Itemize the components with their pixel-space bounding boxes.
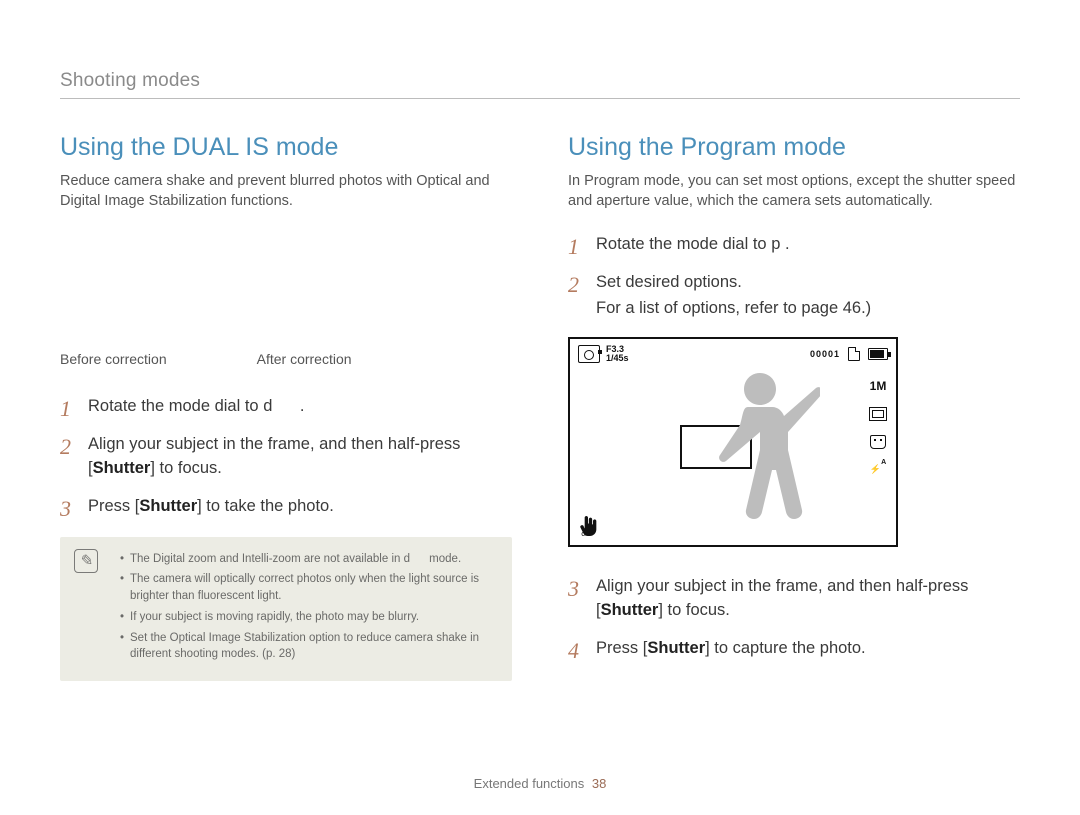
shutter-label: Shutter bbox=[93, 459, 151, 477]
step-text: Press [ bbox=[88, 497, 139, 515]
step-text: Set desired options. bbox=[596, 273, 742, 291]
step-4: Press [Shutter] to capture the photo. bbox=[568, 637, 1020, 661]
page-number: 38 bbox=[592, 776, 606, 791]
shutter-label: Shutter bbox=[139, 497, 197, 515]
image-size-icon: 1M bbox=[868, 379, 888, 393]
manual-page: Shooting modes Using the DUAL IS mode Re… bbox=[0, 0, 1080, 815]
steps-program-a: Rotate the mode dial to p . Set desired … bbox=[568, 233, 1020, 321]
battery-icon bbox=[868, 348, 888, 360]
left-column: Using the DUAL IS mode Reduce camera sha… bbox=[60, 133, 512, 681]
step-subtext: For a list of options, refer to page 46.… bbox=[596, 297, 1020, 321]
svg-text:OIS: OIS bbox=[581, 532, 590, 537]
caption-after: After correction bbox=[257, 351, 352, 367]
camera-lcd-preview: F3.3 1/45s 00001 1M ⚡A OIS bbox=[568, 337, 898, 547]
step-post: ] to take the photo. bbox=[197, 497, 334, 515]
note-item: The Digital zoom and Intelli-zoom are no… bbox=[120, 551, 494, 568]
page-footer: Extended functions 38 bbox=[0, 776, 1080, 791]
caption-before: Before correction bbox=[60, 351, 167, 367]
note-item: The camera will optically correct photos… bbox=[120, 571, 494, 604]
quality-icon bbox=[869, 407, 887, 421]
frame-counter: 00001 bbox=[810, 349, 840, 359]
mode-dial-d-icon: d bbox=[404, 553, 410, 565]
step-3: Align your subject in the frame, and the… bbox=[568, 575, 1020, 623]
breadcrumb: Shooting modes bbox=[60, 70, 1020, 99]
flash-icon: ⚡ bbox=[870, 464, 881, 474]
camera-mode-icon bbox=[578, 345, 600, 363]
note-list: The Digital zoom and Intelli-zoom are no… bbox=[120, 551, 494, 663]
lcd-right-icons: 1M ⚡A bbox=[868, 379, 888, 475]
shutter-value: 1/45s bbox=[606, 354, 629, 363]
mode-dial-p-icon: p bbox=[771, 235, 780, 253]
note-text: The Digital zoom and Intelli-zoom are no… bbox=[130, 553, 404, 565]
step-post: . bbox=[780, 235, 789, 253]
lcd-bottom-left: OIS bbox=[578, 515, 598, 537]
step-post: ] to focus. bbox=[150, 459, 222, 477]
step-1: Rotate the mode dial to d . bbox=[60, 395, 512, 419]
two-column-layout: Using the DUAL IS mode Reduce camera sha… bbox=[60, 133, 1020, 681]
intro-dual-is: Reduce camera shake and prevent blurred … bbox=[60, 172, 512, 211]
correction-captions: Before correction After correction bbox=[60, 351, 512, 367]
heading-dual-is: Using the DUAL IS mode bbox=[60, 133, 512, 162]
step-post: ] to capture the photo. bbox=[705, 639, 866, 657]
shutter-label: Shutter bbox=[601, 601, 659, 619]
sd-card-icon bbox=[848, 347, 860, 361]
step-2: Set desired options. For a list of optio… bbox=[568, 271, 1020, 321]
steps-dual-is: Rotate the mode dial to d . Align your s… bbox=[60, 395, 512, 519]
footer-section: Extended functions bbox=[474, 776, 585, 791]
note-item: If your subject is moving rapidly, the p… bbox=[120, 609, 494, 626]
intro-program: In Program mode, you can set most option… bbox=[568, 172, 1020, 211]
step-3: Press [Shutter] to take the photo. bbox=[60, 495, 512, 519]
lcd-top-left: F3.3 1/45s bbox=[578, 345, 629, 363]
steps-program-b: Align your subject in the frame, and the… bbox=[568, 575, 1020, 661]
heading-program: Using the Program mode bbox=[568, 133, 1020, 162]
flash-mode-label: A bbox=[881, 459, 886, 466]
step-text: Rotate the mode dial to bbox=[596, 235, 771, 253]
note-text: mode. bbox=[426, 553, 461, 565]
step-text: Press [ bbox=[596, 639, 647, 657]
note-box: ✎ The Digital zoom and Intelli-zoom are … bbox=[60, 537, 512, 681]
step-post: ] to focus. bbox=[658, 601, 730, 619]
right-column: Using the Program mode In Program mode, … bbox=[568, 133, 1020, 681]
lcd-top-right: 00001 bbox=[810, 347, 888, 361]
step-post: . bbox=[300, 397, 305, 415]
ois-hand-icon: OIS bbox=[578, 515, 598, 537]
subject-silhouette bbox=[700, 365, 820, 535]
step-1: Rotate the mode dial to p . bbox=[568, 233, 1020, 257]
flash-auto-icon: ⚡A bbox=[868, 463, 888, 475]
note-icon: ✎ bbox=[74, 549, 98, 573]
note-item: Set the Optical Image Stabilization opti… bbox=[120, 630, 494, 663]
shutter-label: Shutter bbox=[647, 639, 705, 657]
step-2: Align your subject in the frame, and the… bbox=[60, 433, 512, 481]
step-text: Rotate the mode dial to bbox=[88, 397, 263, 415]
mode-dial-d-icon: d bbox=[263, 397, 272, 415]
face-detect-icon bbox=[870, 435, 886, 449]
